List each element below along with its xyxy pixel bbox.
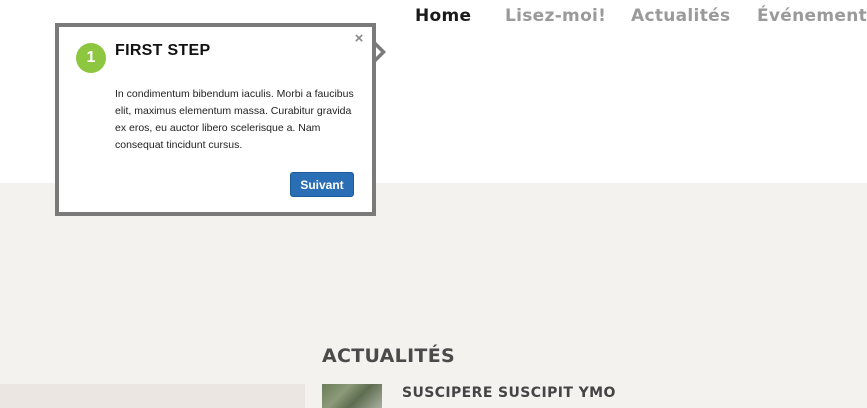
next-button[interactable]: Suivant bbox=[290, 172, 354, 197]
popover-title: FIRST STEP bbox=[115, 42, 211, 59]
close-icon[interactable]: × bbox=[352, 31, 366, 46]
news-item-title[interactable]: SUSCIPERE SUSCIPIT YMO bbox=[402, 385, 616, 401]
nav-item-home[interactable]: Home bbox=[415, 6, 471, 26]
nav-item-evenements[interactable]: Événements bbox=[757, 6, 867, 26]
step-number-badge: 1 bbox=[76, 43, 106, 73]
news-heading: ACTUALITÉS bbox=[322, 345, 455, 367]
sidebar-panel bbox=[0, 384, 305, 408]
nav-item-actualites[interactable]: Actualités bbox=[631, 6, 730, 26]
nav-item-lisez-moi[interactable]: Lisez-moi! bbox=[505, 6, 606, 26]
popover-body-text: In condimentum bibendum iaculis. Morbi a… bbox=[115, 88, 354, 151]
tour-popover: 1 FIRST STEP × In condimentum bibendum i… bbox=[55, 23, 376, 216]
news-thumbnail[interactable] bbox=[322, 384, 382, 408]
content-band bbox=[0, 183, 867, 408]
